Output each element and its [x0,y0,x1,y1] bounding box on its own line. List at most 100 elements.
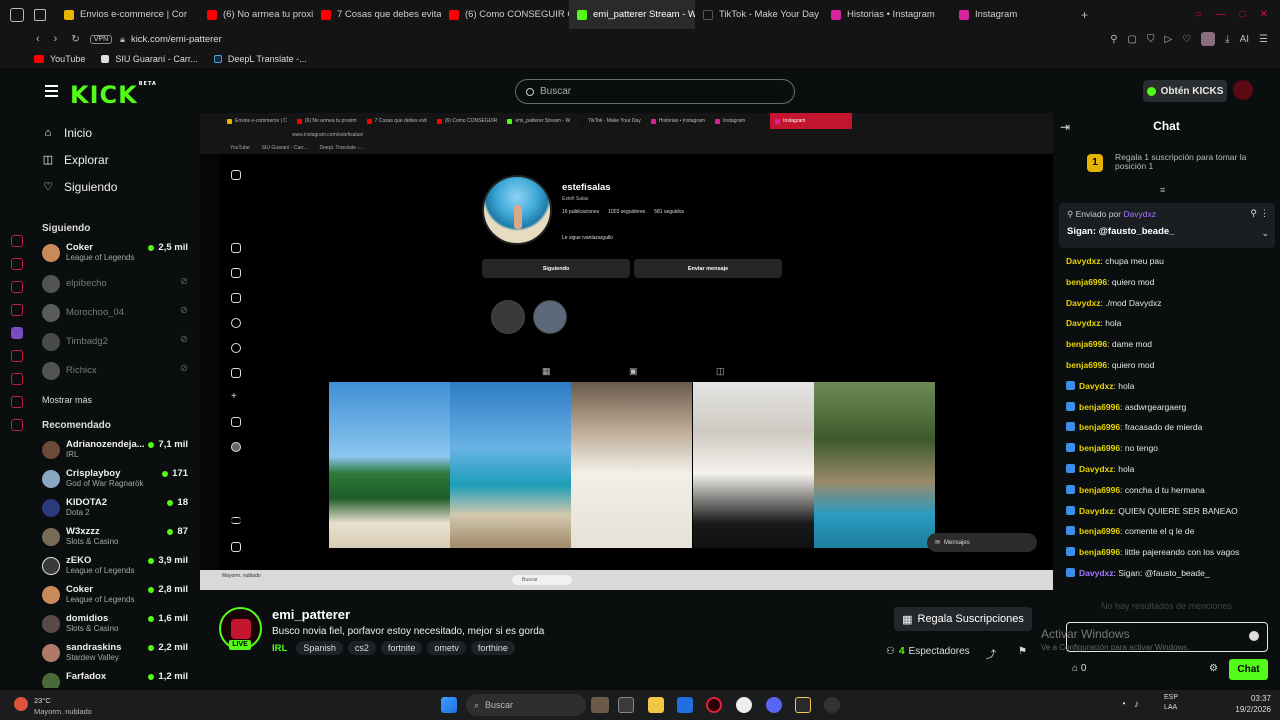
profile-avatar[interactable] [1201,32,1216,46]
channel-item[interactable]: Crisplayboy God of War Ragnarök 171 [42,467,192,491]
browser-tab[interactable]: Instagram [951,0,1079,29]
game-app-icon[interactable] [591,697,609,713]
tag-pill[interactable]: ometv [427,641,466,655]
chat-username[interactable]: Davydxz [1079,381,1114,391]
channel-item[interactable]: zEKO League of Legends 3,9 mil [42,554,192,578]
share-icon[interactable]: ⤴ [986,646,996,661]
report-flag-icon[interactable]: ⚑ [1018,646,1027,657]
rail-icon[interactable] [11,419,23,431]
new-tab-button[interactable]: + [1081,8,1088,22]
chat-username[interactable]: benja6996 [1066,360,1107,370]
channel-item-offline[interactable]: Richicx ⊘ [42,359,192,383]
taskbar-search[interactable]: ⌕ Buscar [466,694,586,716]
chat-username[interactable]: benja6996 [1079,422,1120,432]
language-indicator[interactable]: ESP LAA [1164,693,1178,713]
forward-icon[interactable]: › [54,33,58,45]
channel-item[interactable]: domidios Slots & Casino 1,6 mil [42,612,192,636]
streamer-name[interactable]: emi_patterer [272,607,350,622]
rail-icon[interactable] [11,350,23,362]
shield-icon[interactable]: ⛉ [1147,34,1155,45]
github-icon[interactable] [736,697,752,713]
hamburger-menu-icon[interactable] [45,85,58,97]
workspaces-icon[interactable] [34,8,46,21]
file-explorer-icon[interactable] [648,697,664,713]
weather-widget[interactable]: 23°C Mayorm. nublado [10,694,120,718]
nav-home[interactable]: ⌂ Inicio [42,126,92,140]
channel-item[interactable]: Coker League of Legends 2,8 mil [42,583,192,607]
search-input[interactable]: Buscar [515,79,795,104]
chat-send-button[interactable]: Chat [1229,659,1268,680]
rail-icon[interactable] [11,281,23,293]
chat-username[interactable]: Davydxz [1079,464,1114,474]
chat-username[interactable]: Davydxz [1066,256,1101,266]
browser-tab[interactable]: (6) Como CONSEGUIR CL [441,0,569,29]
get-kicks-button[interactable]: Obtén KICKS [1143,80,1227,102]
app-icon[interactable] [795,697,811,713]
download-icon[interactable]: ⤓ [1225,34,1229,45]
chat-username[interactable]: benja6996 [1079,526,1120,536]
task-view-icon[interactable] [618,697,634,713]
pinned-by-user[interactable]: Davydxz [1123,209,1156,219]
close-icon[interactable]: ✕ [1260,9,1268,20]
show-more-link[interactable]: Mostrar más [42,395,92,405]
rail-icon[interactable] [11,235,23,247]
obs-icon[interactable] [824,697,840,713]
user-avatar[interactable] [1233,80,1253,100]
menu-icon[interactable]: ☰ [1259,34,1268,45]
reload-icon[interactable]: ↻ [71,34,79,45]
channel-item[interactable]: W3xzzz Slots & Casino 87 [42,525,192,549]
browser-tab[interactable]: 7 Cosas que debes evitar [313,0,441,29]
video-player[interactable]: Envios e-commerce | C (6) No arrnea tu p… [200,113,1053,590]
store-icon[interactable] [677,697,693,713]
unpin-icon[interactable]: ⚲ [1250,208,1257,219]
tag-pill[interactable]: fortnite [380,641,423,655]
browser-tab[interactable]: (6) No arrnea tu proximo c [199,0,313,29]
search-tabs-icon[interactable]: ○ [1196,9,1202,20]
nav-following[interactable]: ♡ Siguiendo [42,180,117,194]
nav-explore[interactable]: ◫ Explorar [42,153,109,167]
chat-username[interactable]: Davydxz [1079,506,1114,516]
tab-actions-icon[interactable] [10,7,24,22]
chat-username[interactable]: benja6996 [1079,547,1120,557]
bookmark-deepl[interactable]: DeepL Translate -... [213,54,307,64]
channel-item-offline[interactable]: Timbadg2 ⊘ [42,330,192,354]
chat-username[interactable]: benja6996 [1079,485,1120,495]
channel-item-offline[interactable]: Morochoo_04 ⊘ [42,301,192,325]
tag-pill[interactable]: forthine [470,641,515,655]
bookmark-siu[interactable]: SIU Guaraní - Carr... [101,54,198,64]
chat-username[interactable]: Davydxz [1066,298,1101,308]
chat-username[interactable]: benja6996 [1079,402,1120,412]
minimize-icon[interactable]: — [1216,9,1226,20]
play-icon[interactable]: ▷ [1164,34,1172,45]
ai-label[interactable]: AI [1240,34,1249,45]
chat-username[interactable]: benja6996 [1066,339,1107,349]
twitch-icon[interactable] [11,327,23,339]
emoji-icon[interactable] [1249,631,1259,641]
opera-gx-icon[interactable] [706,697,722,713]
browser-tab[interactable]: TikTok - Make Your Day [695,0,823,29]
chat-username[interactable]: benja6996 [1079,443,1120,453]
discord-icon[interactable] [766,697,782,713]
bookmark-youtube[interactable]: YouTube [34,54,85,64]
expand-leaderboard-icon[interactable]: ≡ [1160,185,1165,195]
taskbar-clock[interactable]: 03:37 19/2/2026 [1215,693,1271,715]
bookmark-icon[interactable]: ♡ [1182,34,1191,45]
chat-username[interactable]: benja6996 [1066,277,1107,287]
maximize-icon[interactable]: □ [1240,9,1246,20]
chat-settings-icon[interactable]: ⚙ [1209,663,1218,674]
channel-points[interactable]: ⌂ 0 [1072,663,1086,674]
channel-item[interactable]: Adrianozendeja... IRL 7,1 mil [42,438,192,462]
pin-icon[interactable]: ⚲ [1110,34,1117,45]
windows-start-icon[interactable] [441,697,457,713]
gift-subscriptions-button[interactable]: ▦ Regala Suscripciones [894,607,1032,631]
rail-icon[interactable] [11,396,23,408]
channel-item[interactable]: sandraskins Stardew Valley 2,2 mil [42,641,192,665]
channel-item-coker[interactable]: Coker League of Legends 2,5 mil [42,241,192,265]
snapshot-icon[interactable]: ▢ [1128,34,1137,45]
browser-tab-active[interactable]: emi_patterer Stream - W [569,0,695,29]
tag-pill[interactable]: cs2 [347,641,376,655]
vpn-badge[interactable]: VPN [89,34,113,44]
channel-item[interactable]: KIDOTA2 Dota 2 18 [42,496,192,520]
rail-icon[interactable] [11,258,23,270]
more-options-icon[interactable]: ⋮ [1260,208,1269,219]
